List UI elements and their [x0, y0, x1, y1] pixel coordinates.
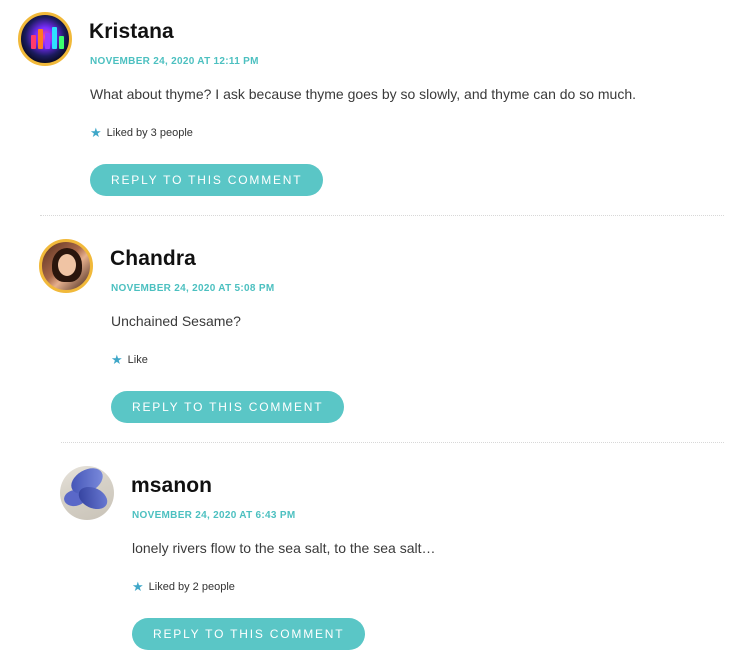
star-icon: ★ [132, 579, 144, 594]
comment-text: Unchained Sesame? [111, 313, 241, 329]
like-label[interactable]: Liked by 2 people [149, 581, 235, 593]
comment-author[interactable]: Chandra [110, 247, 196, 271]
comment-text: What about thyme? I ask because thyme go… [90, 86, 637, 102]
comment-author[interactable]: Kristana [89, 20, 174, 44]
reply-button[interactable]: REPLY TO THIS COMMENT [132, 618, 366, 650]
like-label[interactable]: Like [128, 354, 148, 366]
comment-text: lonely rivers flow to the sea salt, to t… [132, 540, 436, 556]
avatar[interactable] [39, 239, 93, 293]
comment-divider [40, 215, 724, 216]
comment-date[interactable]: NOVEMBER 24, 2020 AT 5:08 PM [111, 283, 274, 294]
reply-button[interactable]: REPLY TO THIS COMMENT [111, 391, 345, 423]
reply-button[interactable]: REPLY TO THIS COMMENT [90, 164, 324, 196]
like-label[interactable]: Liked by 3 people [107, 127, 193, 139]
comment-date[interactable]: NOVEMBER 24, 2020 AT 12:11 PM [90, 56, 259, 67]
avatar[interactable] [18, 12, 72, 66]
star-icon: ★ [90, 125, 102, 140]
comment-date[interactable]: NOVEMBER 24, 2020 AT 6:43 PM [132, 510, 295, 521]
star-icon: ★ [111, 352, 123, 367]
like-widget[interactable]: ★ Liked by 2 people [132, 580, 235, 593]
like-widget[interactable]: ★ Like [111, 353, 148, 366]
comment-divider [61, 442, 724, 443]
like-widget[interactable]: ★ Liked by 3 people [90, 126, 193, 139]
avatar[interactable] [60, 466, 114, 520]
comment-author[interactable]: msanon [131, 474, 212, 498]
